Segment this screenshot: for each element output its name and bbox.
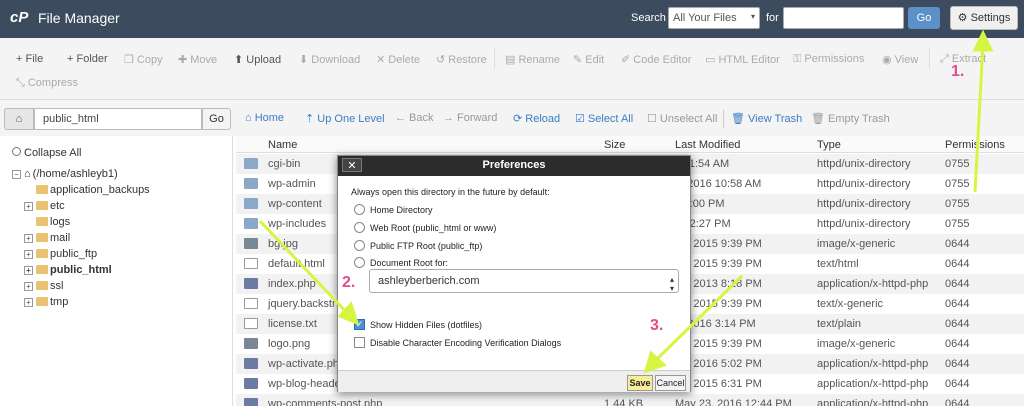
- arrow-step-2: [258, 219, 351, 317]
- arrow-step-1: [973, 43, 985, 193]
- annotation-step-1: 1.: [951, 63, 965, 80]
- annotation-arrows: [258, 29, 994, 374]
- arrowhead-step-1: [972, 29, 994, 52]
- arrow-step-3: [653, 274, 744, 363]
- annotation-step-3: 3.: [650, 317, 664, 334]
- annotation-step-2: 2.: [342, 274, 356, 291]
